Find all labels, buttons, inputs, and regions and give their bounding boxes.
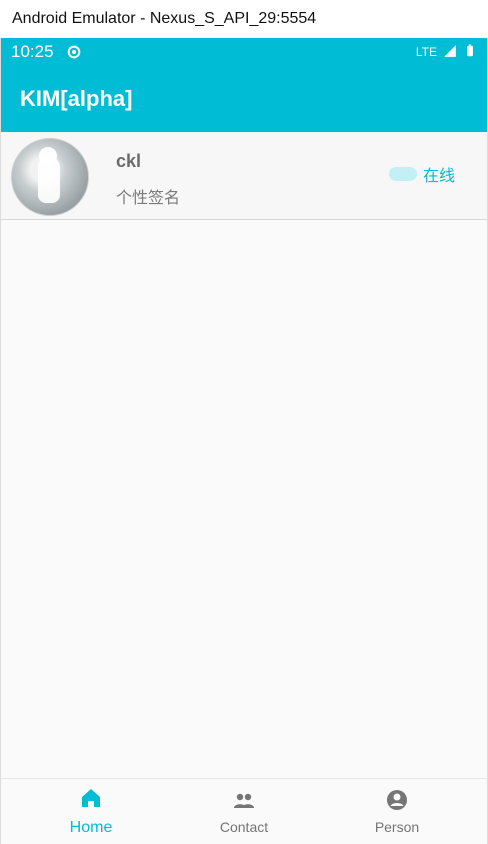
nav-contact[interactable]: Contact — [194, 779, 294, 844]
nav-contact-label: Contact — [219, 819, 269, 835]
avatar — [11, 138, 89, 216]
sync-icon — [66, 44, 82, 60]
signal-icon — [443, 44, 457, 61]
battery-icon — [463, 44, 477, 61]
nav-person-label: Person — [374, 819, 420, 835]
status-right: LTE — [416, 44, 477, 61]
account-circle-icon — [385, 788, 409, 815]
people-icon — [232, 788, 256, 815]
nav-person[interactable]: Person — [347, 779, 447, 844]
bottom-navigation: Home Contact Person — [1, 778, 487, 844]
status-label: 在线 — [423, 168, 456, 185]
contact-signature: 个性签名 — [116, 190, 181, 207]
contact-list-item[interactable]: ckl 个性签名 在线 — [1, 132, 487, 220]
home-icon — [79, 786, 103, 815]
status-time: 10:25 — [11, 42, 54, 61]
network-type: LTE — [415, 45, 437, 59]
app-title: KIM[alpha] — [20, 86, 133, 111]
android-device-screen: 10:25 LTE KIM[alpha] ckl 个性签名 在线 Home Co… — [0, 38, 488, 844]
nav-home[interactable]: Home — [41, 779, 141, 844]
nav-home-label: Home — [69, 819, 113, 836]
avatar-figure-shape — [38, 157, 60, 203]
status-bar: 10:25 LTE — [1, 38, 487, 66]
contact-name: ckl — [116, 151, 142, 171]
online-indicator — [389, 167, 417, 181]
contact-status: 在线 — [389, 162, 455, 186]
app-bar: KIM[alpha] — [1, 66, 487, 132]
emulator-window-title: Android Emulator - Nexus_S_API_29:5554 — [0, 0, 488, 38]
